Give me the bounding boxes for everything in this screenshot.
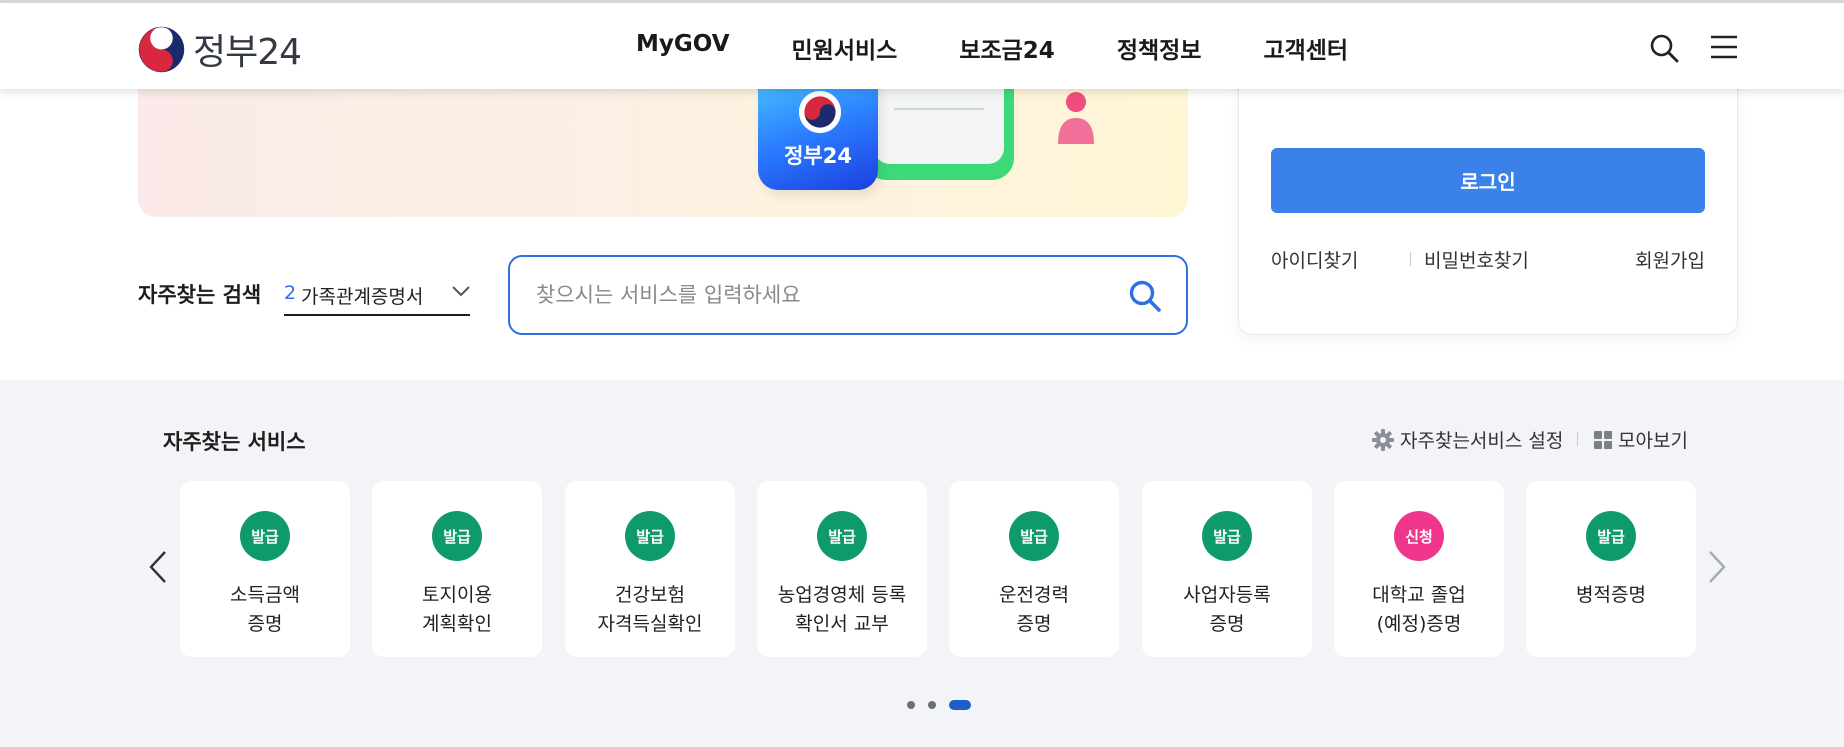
- service-card-label: 소득금액 증명: [230, 584, 300, 635]
- frequent-search-dropdown[interactable]: 2 가족관계증명서: [284, 272, 470, 316]
- login-links: 아이디찾기 비밀번호찾기 회원가입: [1271, 246, 1705, 272]
- gear-icon: [1372, 428, 1394, 451]
- service-card-label: 병적증명: [1576, 584, 1646, 606]
- service-type-badge: 신청: [1394, 511, 1444, 561]
- government-emblem-icon: [138, 26, 185, 72]
- service-card-carousel: 발급 소득금액 증명 발급 토지이용 계획확인 발급 건강보험 자격득실확인 발급 농업경영체…: [180, 481, 1696, 657]
- service-card-label: 건강보험 자격득실확인: [597, 584, 703, 635]
- chevron-right-icon[interactable]: [1707, 550, 1727, 584]
- service-type-badge: 발급: [432, 511, 482, 561]
- find-password-link[interactable]: 비밀번호찾기: [1424, 246, 1529, 273]
- nav-item-customer-center[interactable]: 고객센터: [1263, 31, 1348, 65]
- frequent-search-keyword: 가족관계증명서: [301, 286, 424, 308]
- service-type-badge: 발급: [817, 511, 867, 561]
- service-card[interactable]: 발급병적증명: [1526, 481, 1696, 657]
- service-search-input[interactable]: [536, 277, 1096, 313]
- service-search-box: [508, 255, 1188, 335]
- nav-item-policy-info[interactable]: 정책정보: [1117, 31, 1202, 65]
- frequent-services-section: 자주찾는 서비스 자주찾는서비스 설정 모아보기 발급 소득금액 증명 발급 토…: [0, 380, 1844, 747]
- services-header-divider: [1577, 432, 1578, 446]
- pagination-dot-active[interactable]: [949, 700, 971, 710]
- service-card-label: 대학교 졸업 (예정)증명: [1372, 584, 1466, 635]
- service-type-badge: 발급: [1202, 511, 1252, 561]
- link-divider: [1410, 252, 1411, 266]
- person-figure-icon: [1058, 92, 1094, 144]
- nav-item-mygov[interactable]: MyGOV: [636, 31, 730, 65]
- frequent-search-rank: 2: [284, 282, 297, 304]
- login-button[interactable]: 로그인: [1271, 148, 1705, 213]
- service-type-badge: 발급: [1586, 511, 1636, 561]
- service-card[interactable]: 발급소득금액 증명: [180, 481, 350, 657]
- service-card[interactable]: 신청대학교 졸업 (예정)증명: [1334, 481, 1504, 657]
- search-submit-icon[interactable]: [1128, 279, 1162, 313]
- hamburger-menu-icon[interactable]: [1710, 34, 1738, 60]
- banner-card-text: 정부24: [784, 144, 852, 168]
- chevron-left-icon[interactable]: [148, 550, 168, 584]
- search-icon[interactable]: [1649, 33, 1679, 63]
- nav-item-civil-service[interactable]: 민원서비스: [792, 31, 898, 65]
- grid-icon: [1594, 430, 1612, 449]
- pagination-dot[interactable]: [928, 701, 936, 709]
- frequent-services-title: 자주찾는 서비스: [163, 430, 306, 454]
- service-card-label: 토지이용 계획확인: [422, 584, 492, 635]
- service-card[interactable]: 발급농업경영체 등록 확인서 교부: [757, 481, 927, 657]
- service-type-badge: 발급: [1009, 511, 1059, 561]
- view-all-label: 모아보기: [1618, 430, 1688, 452]
- service-card[interactable]: 발급사업자등록 증명: [1142, 481, 1312, 657]
- nav-item-subsidy[interactable]: 보조금24: [959, 31, 1055, 65]
- site-header: 정부24 MyGOV 민원서비스 보조금24 정책정보 고객센터: [0, 3, 1844, 89]
- logo-text: 정부24: [193, 32, 302, 73]
- service-card-label: 운전경력 증명: [999, 584, 1069, 635]
- service-card-label: 사업자등록 증명: [1183, 584, 1271, 635]
- service-card[interactable]: 발급운전경력 증명: [949, 481, 1119, 657]
- settings-label: 자주찾는서비스 설정: [1400, 430, 1564, 452]
- frequent-search-label: 자주찾는 검색: [138, 283, 262, 307]
- frequent-services-settings-button[interactable]: 자주찾는서비스 설정: [1372, 426, 1563, 453]
- service-card-label: 농업경영체 등록 확인서 교부: [777, 584, 907, 635]
- site-logo[interactable]: 정부24: [138, 23, 302, 75]
- main-nav: MyGOV 민원서비스 보조금24 정책정보 고객센터: [636, 31, 1410, 65]
- service-card[interactable]: 발급건강보험 자격득실확인: [565, 481, 735, 657]
- view-all-button[interactable]: 모아보기: [1594, 426, 1688, 453]
- government-emblem-icon: [798, 90, 842, 134]
- carousel-pagination: [907, 700, 971, 710]
- pagination-dot[interactable]: [907, 701, 915, 709]
- service-type-badge: 발급: [240, 511, 290, 561]
- signup-link[interactable]: 회원가입: [1635, 246, 1705, 273]
- find-id-link[interactable]: 아이디찾기: [1271, 246, 1358, 273]
- service-type-badge: 발급: [625, 511, 675, 561]
- chevron-down-icon: [452, 286, 470, 297]
- service-card[interactable]: 발급토지이용 계획확인: [372, 481, 542, 657]
